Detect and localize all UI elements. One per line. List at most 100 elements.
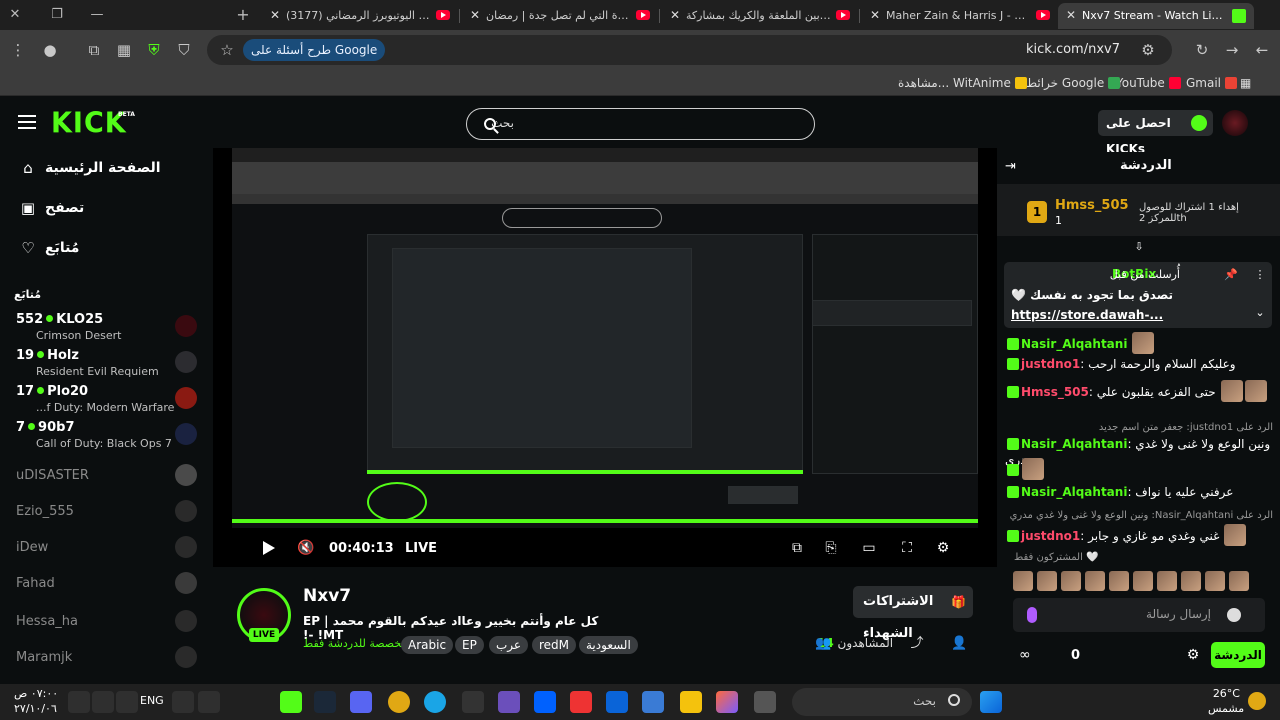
emote-icon[interactable] <box>1085 571 1105 591</box>
sidebar-channel-offline[interactable]: Fahad <box>0 570 212 600</box>
url-text[interactable]: kick.com/nxv7 <box>1026 42 1120 57</box>
get-kicks-button[interactable]: احصل على KICKs <box>1098 110 1213 156</box>
close-tab-icon[interactable]: ✕ <box>668 8 682 22</box>
sidebar-channel-offline[interactable]: Maramjk <box>0 644 212 674</box>
address-bar[interactable]: ☆ طرح أسئلة على Google kick.com/nxv7 ⚙ <box>207 35 1172 65</box>
emote-icon[interactable] <box>1157 571 1177 591</box>
app-icon[interactable] <box>498 691 520 713</box>
chat-settings-icon[interactable]: ⚙ <box>1185 647 1201 663</box>
gift-subs-button[interactable]: الاشتراكات الشهداء 🎁 <box>853 586 973 641</box>
sidebar-channel[interactable]: 17 Plo20 ...f Duty: Modern Warfare <box>0 384 212 420</box>
sidebar-channel[interactable]: 7 90b7 Call of Duty: Black Ops 7 <box>0 420 212 456</box>
emote-icon[interactable] <box>1229 571 1249 591</box>
bookmark-gmail[interactable]: Gmail <box>1186 74 1238 92</box>
minimize-window-button[interactable]: — <box>82 5 112 25</box>
stream-tag[interactable]: redM <box>532 636 577 654</box>
collapse-chat-icon[interactable]: ⇥ <box>1005 160 1021 174</box>
network-icon[interactable] <box>116 691 138 713</box>
mute-icon[interactable]: 🔇 <box>297 540 314 556</box>
file-explorer-icon[interactable] <box>680 691 702 713</box>
bookmark-witanime[interactable]: مشاهدة... WitAnime <box>898 74 1027 92</box>
browser-tab[interactable]: ✕ (3177) تحدي اليوتيوبرز الرمضاني <box>262 3 458 29</box>
battery-icon[interactable] <box>68 691 90 713</box>
extensions-icon[interactable]: ⧉ <box>84 40 104 60</box>
play-button[interactable] <box>260 540 276 556</box>
ask-google-chip[interactable]: طرح أسئلة على Google <box>243 39 386 61</box>
close-window-button[interactable]: ✕ <box>0 5 30 25</box>
picture-in-picture-icon[interactable]: ⧉ <box>789 540 805 556</box>
taskbar-clock[interactable]: ٠٧:٠٠ ص ٢٧/١٠/٠٦ <box>14 686 58 716</box>
streamer-name[interactable]: Nxv7 <box>303 586 351 606</box>
taskbar-weather[interactable]: 26°C مشمس <box>1208 686 1244 716</box>
kick-app-icon[interactable] <box>280 691 302 713</box>
user-avatar[interactable] <box>1222 110 1248 136</box>
brave-shield-icon[interactable]: ⛉ <box>174 40 194 60</box>
sidebar-item-home[interactable]: ⌂ الصفحة الرئيسية <box>0 158 212 180</box>
input-language[interactable]: ENG <box>140 694 164 707</box>
bookmark-youtube[interactable]: YouTube <box>1116 74 1181 92</box>
microphone-icon[interactable] <box>1027 607 1037 623</box>
epic-games-icon[interactable] <box>462 691 484 713</box>
clip-icon[interactable]: ⎘ <box>823 540 839 556</box>
chrome-icon[interactable] <box>388 691 410 713</box>
fullscreen-icon[interactable]: ⛶ <box>899 540 915 556</box>
search-input[interactable]: بحث <box>466 108 815 140</box>
theater-mode-icon[interactable]: ▭ <box>861 540 877 556</box>
sidebar-channel[interactable]: 552 KLO25 Crimson Desert <box>0 312 212 348</box>
chevron-down-icon[interactable]: ⌄ <box>1254 306 1266 320</box>
back-icon[interactable]: ← <box>1252 40 1272 60</box>
emoji-icon[interactable] <box>1227 608 1241 622</box>
browser-tab-active[interactable]: ✕ Nxv7 Stream - Watch Live on Kick <box>1058 3 1254 29</box>
emote-icon[interactable] <box>1061 571 1081 591</box>
stream-tag[interactable]: السعودية <box>579 636 638 654</box>
close-tab-icon[interactable]: ✕ <box>868 8 882 22</box>
microphone-icon[interactable] <box>172 691 194 713</box>
menu-hamburger-icon[interactable] <box>18 115 36 129</box>
forward-icon[interactable]: → <box>1222 40 1242 60</box>
chat-message-input[interactable]: إرسال رسالة <box>1013 598 1265 632</box>
copilot-icon[interactable] <box>716 691 738 713</box>
kick-logo[interactable]: KICK <box>51 107 127 140</box>
emote-icon[interactable] <box>1037 571 1057 591</box>
volume-icon[interactable] <box>92 691 114 713</box>
chat-send-button[interactable]: الدردشة <box>1211 642 1265 668</box>
pinned-link[interactable]: https://store.dawah-... <box>1011 308 1163 322</box>
taskbar-search[interactable]: بحث <box>792 688 972 716</box>
chevron-up-icon[interactable] <box>198 691 220 713</box>
stream-category[interactable]: مخصصة للدردشة فقط <box>303 637 407 650</box>
apps-icon[interactable]: ▦ <box>1240 74 1251 92</box>
edge-icon[interactable] <box>424 691 446 713</box>
profile-avatar-icon[interactable]: ● <box>40 40 60 60</box>
app-icon[interactable] <box>570 691 592 713</box>
emote-icon[interactable] <box>1205 571 1225 591</box>
app-icon[interactable] <box>754 691 776 713</box>
chat-points[interactable]: 0 <box>1071 648 1080 663</box>
reload-icon[interactable]: ↻ <box>1192 40 1212 60</box>
emote-icon[interactable] <box>1013 571 1033 591</box>
extension-shield-icon[interactable]: ⛨ <box>144 40 164 60</box>
share-icon[interactable]: ⤴ <box>909 636 925 652</box>
sidebar-channel-offline[interactable]: uDISASTER <box>0 462 212 492</box>
browser-tab[interactable]: ✕ الطائرة التي لم تصل جدة | رمضان <box>462 3 658 29</box>
bookmark-star-icon[interactable]: ☆ <box>217 40 237 60</box>
menu-dots-icon[interactable]: ⋮ <box>8 40 28 60</box>
pinned-expand-icon[interactable]: ⇩ <box>1133 240 1145 254</box>
steam-icon[interactable] <box>314 691 336 713</box>
close-tab-icon[interactable]: ✕ <box>268 8 282 22</box>
sidebar-item-browse[interactable]: ▣ تصفح <box>0 198 212 220</box>
new-tab-button[interactable]: + <box>228 5 258 25</box>
dropbox-icon[interactable] <box>534 691 556 713</box>
top-gifter-name[interactable]: Hmss_505 <box>1055 198 1129 213</box>
emote-icon[interactable] <box>1109 571 1129 591</box>
outlook-icon[interactable] <box>606 691 628 713</box>
more-options-icon[interactable]: ⋮ <box>1254 268 1266 282</box>
sidebar-channel-offline[interactable]: iDew <box>0 534 212 564</box>
site-info-icon[interactable]: ⚙ <box>1138 40 1158 60</box>
discord-icon[interactable] <box>350 691 372 713</box>
sidebar-item-following[interactable]: ♡ مُتابَع <box>0 238 212 260</box>
video-player[interactable]: 🔇 00:40:13 LIVE ⧉ ⎘ ▭ ⛶ ⚙ <box>213 148 997 567</box>
sidebar-channel-offline[interactable]: Hessa_ha <box>0 608 212 638</box>
stream-tag[interactable]: Arabic <box>401 636 454 654</box>
store-icon[interactable] <box>642 691 664 713</box>
browser-tab[interactable]: ✕ Maher Zain & Harris J - Qalbi Fil Madi… <box>862 3 1058 29</box>
